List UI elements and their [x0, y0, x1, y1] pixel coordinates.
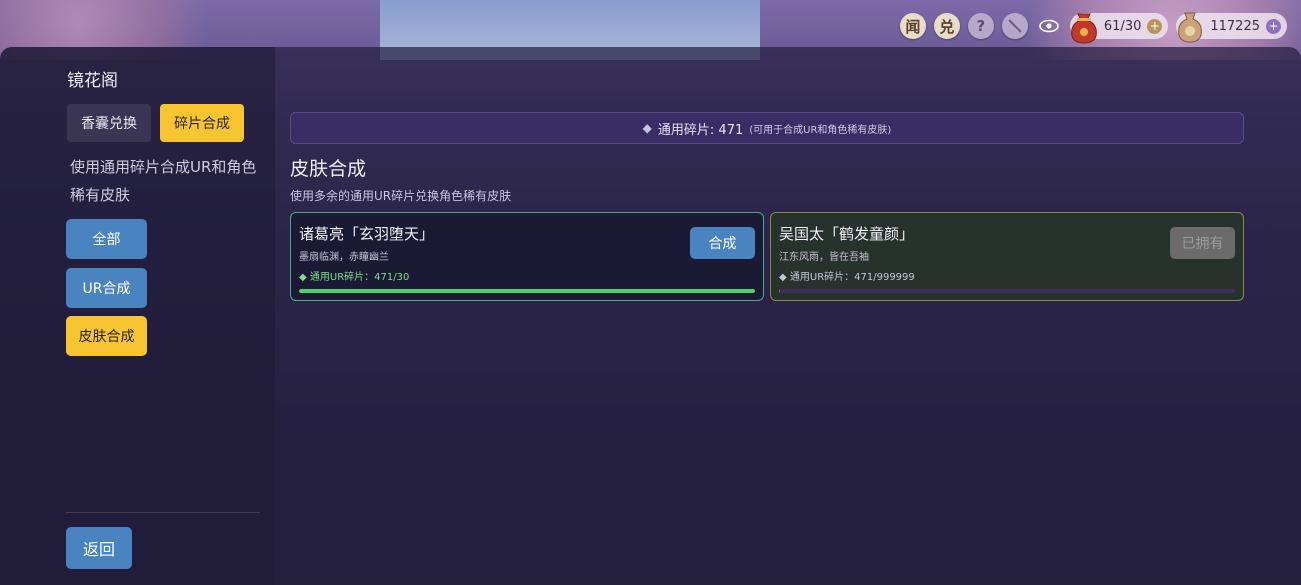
- skin-card: 吴国太「鹤发童颜」 江东风雨，皆在吾袖 ◆ 通用UR碎片：471/999999 …: [770, 212, 1244, 301]
- sidebar-divider: [66, 512, 260, 513]
- skin-description: 墨扇临渊，赤瞳幽兰: [299, 252, 389, 263]
- dui-button[interactable]: 兑: [933, 13, 960, 39]
- help-button[interactable]: ?: [967, 13, 994, 39]
- filter-skin-button[interactable]: 皮肤合成: [66, 316, 147, 356]
- filter-all-button[interactable]: 全部: [66, 219, 147, 259]
- gem-icon: ◆: [642, 121, 652, 135]
- resource-coin-pouch: 117225 +: [1176, 12, 1287, 43]
- fragment-requirement: ◆ 通用UR碎片：471/999999: [779, 272, 915, 283]
- coin-pouch-icon: [1178, 12, 1203, 43]
- progress-bar: [779, 289, 1235, 293]
- fragment-requirement: ◆ 通用UR碎片：471/30: [299, 272, 410, 283]
- progress-fill: [299, 289, 755, 293]
- progress-bar: [299, 289, 755, 293]
- money-bag-icon: [1071, 13, 1097, 44]
- synthesize-button[interactable]: 合成: [690, 227, 755, 259]
- skin-name: 诸葛亮「玄羽堕天」: [299, 225, 435, 243]
- skin-name: 吴国太「鹤发童颜」: [779, 225, 915, 243]
- money-bag-plus-button[interactable]: +: [1147, 18, 1163, 34]
- coin-pouch-plus-button[interactable]: +: [1266, 18, 1281, 34]
- sidebar-description: 使用通用碎片合成UR和角色稀有皮肤: [70, 158, 257, 204]
- fragment-count: 通用碎片: 471: [657, 122, 744, 138]
- fragment-info-bar: ◆ 通用碎片: 471 (可用于合成UR和角色稀有皮肤): [290, 112, 1244, 144]
- page-title: 镜花阁: [67, 71, 118, 91]
- eye-icon: [1039, 19, 1059, 33]
- wen-button[interactable]: 闻: [899, 13, 926, 39]
- tab-fragment-synthesis[interactable]: 碎片合成: [160, 104, 244, 142]
- skin-card: 诸葛亮「玄羽堕天」 墨扇临渊，赤瞳幽兰 ◆ 通用UR碎片：471/30 合成: [290, 212, 764, 301]
- section-title: 皮肤合成: [290, 158, 367, 180]
- tab-sachet-exchange[interactable]: 香囊兑换: [67, 104, 151, 142]
- resource-money-bag: 61/30 +: [1069, 13, 1169, 44]
- top-resource-bar: 闻 兑 ? 61/30 + 117225 +: [899, 12, 1287, 44]
- skin-description: 江东风雨，皆在吾袖: [779, 252, 869, 263]
- no-sound-icon: [1008, 19, 1022, 33]
- filter-ur-button[interactable]: UR合成: [66, 268, 147, 308]
- fragment-note: (可用于合成UR和角色稀有皮肤): [749, 124, 892, 136]
- progress-fill: [779, 289, 781, 293]
- coin-pouch-value: 117225: [1210, 18, 1260, 34]
- eye-button[interactable]: [1036, 13, 1062, 39]
- mute-button[interactable]: [1001, 13, 1028, 39]
- section-subtitle: 使用多余的通用UR碎片兑换角色稀有皮肤: [290, 189, 512, 203]
- owned-button[interactable]: 已拥有: [1170, 227, 1235, 259]
- money-bag-value: 61/30: [1103, 18, 1142, 34]
- back-button[interactable]: 返回: [66, 527, 132, 569]
